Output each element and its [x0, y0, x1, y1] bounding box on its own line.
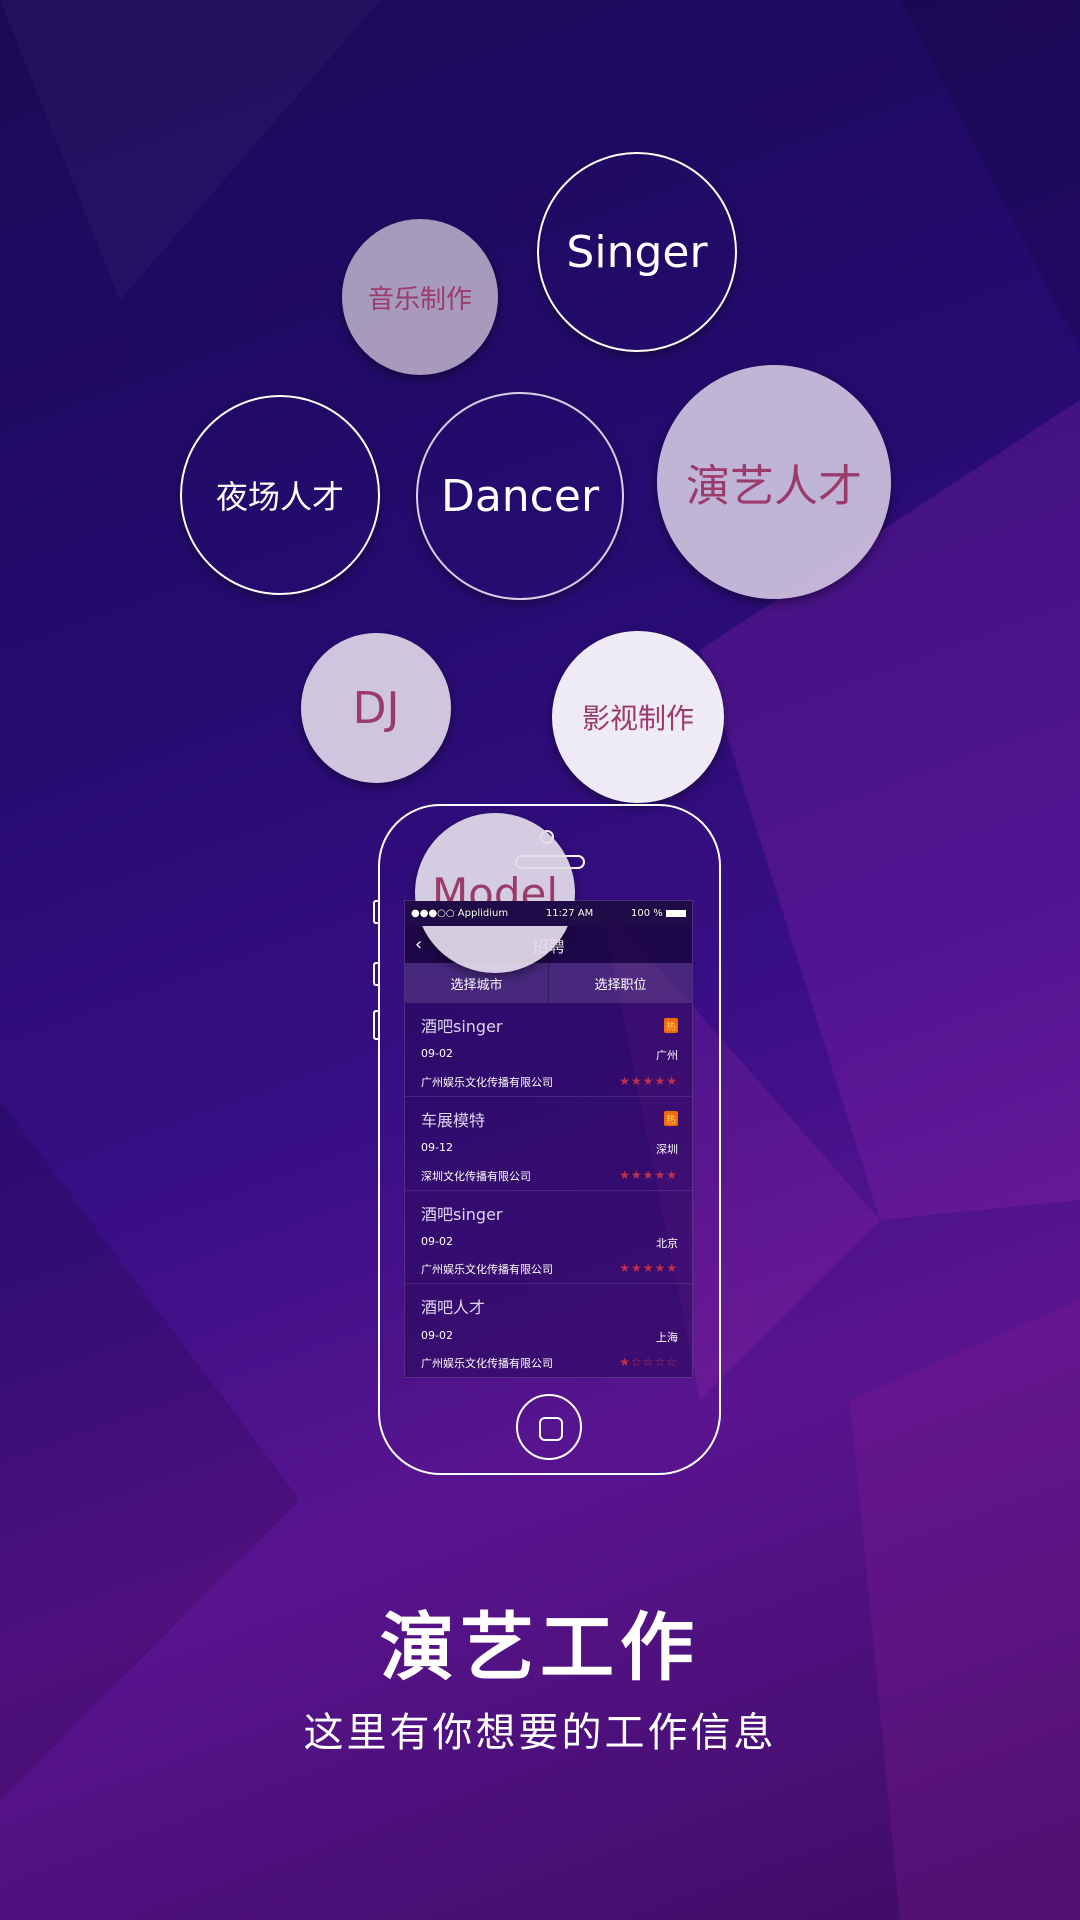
job-company: 广州娱乐文化传播有限公司: [421, 1357, 553, 1370]
job-list-item[interactable]: 酒吧singer 09-02 北京 广州娱乐文化传播有限公司 ★★★★★: [405, 1191, 692, 1285]
rating-stars-icon: ★★★★★: [619, 1167, 678, 1182]
hot-badge: 热: [664, 1111, 678, 1127]
job-list-item[interactable]: 车展模特 热 09-12 深圳 深圳文化传播有限公司 ★★★★★: [405, 1097, 692, 1191]
hot-badge: 热: [664, 1017, 678, 1033]
job-list-item[interactable]: 酒吧singer 热 09-02 广州 广州娱乐文化传播有限公司 ★★★★★: [405, 1003, 692, 1097]
job-city: 广州: [656, 1049, 678, 1063]
job-city: 深圳: [656, 1143, 678, 1157]
filter-tabs: 选择城市 选择职位: [405, 963, 692, 1003]
job-company: 广州娱乐文化传播有限公司: [421, 1075, 553, 1089]
job-city: 上海: [656, 1330, 678, 1344]
phone-side-button: [373, 900, 379, 924]
phone-side-button: [373, 1010, 379, 1040]
job-company: 广州娱乐文化传播有限公司: [421, 1263, 553, 1277]
job-title: 酒吧singer: [421, 1017, 503, 1036]
job-title: 酒吧singer: [421, 1204, 503, 1224]
bubble-singer[interactable]: Singer: [537, 152, 737, 352]
rating-stars-icon: ★☆☆☆☆: [619, 1355, 678, 1369]
bubble-dancer[interactable]: Dancer: [416, 392, 624, 600]
clock: 11:27 AM: [545, 908, 594, 919]
phone-home-button: [516, 1394, 582, 1460]
job-date: 09-02: [421, 1328, 453, 1342]
job-title: 酒吧人才: [421, 1298, 486, 1318]
bubble-music-production[interactable]: 音乐制作: [342, 219, 498, 375]
battery: 100 %: [631, 908, 686, 919]
job-date: 09-02: [421, 1234, 453, 1248]
headline: 演艺工作: [380, 1605, 700, 1691]
phone-screen: ●●●○○ Applidium 11:27 AM 100 % ‹ 招聘 选择城市…: [404, 900, 693, 1378]
job-date: 09-02: [421, 1047, 453, 1061]
bubble-dj[interactable]: DJ: [301, 633, 451, 783]
bubble-model[interactable]: Model: [415, 813, 575, 973]
phone-side-button: [373, 962, 379, 986]
rating-stars-icon: ★★★★★: [619, 1261, 678, 1276]
job-title: 车展模特: [421, 1110, 486, 1130]
job-company: 深圳文化传播有限公司: [421, 1169, 531, 1183]
job-list-item[interactable]: 酒吧人才 09-02 上海 广州娱乐文化传播有限公司 ★☆☆☆☆: [405, 1284, 692, 1377]
back-chevron-icon[interactable]: ‹: [415, 934, 422, 955]
bubble-film-production[interactable]: 影视制作: [552, 631, 724, 803]
tab-select-position[interactable]: 选择职位: [549, 963, 692, 1003]
job-date: 09-12: [421, 1141, 453, 1155]
bubble-performing-talent[interactable]: 演艺人才: [657, 365, 891, 599]
status-bar: ●●●○○ Applidium 11:27 AM 100 %: [405, 901, 692, 926]
carrier: ●●●○○ Applidium: [411, 908, 509, 919]
bubble-nightclub-talent[interactable]: 夜场人才: [180, 395, 380, 595]
subheadline: 这里有你想要的工作信息: [303, 1710, 777, 1756]
job-city: 北京: [656, 1236, 678, 1250]
rating-stars-icon: ★★★★★: [619, 1073, 678, 1088]
